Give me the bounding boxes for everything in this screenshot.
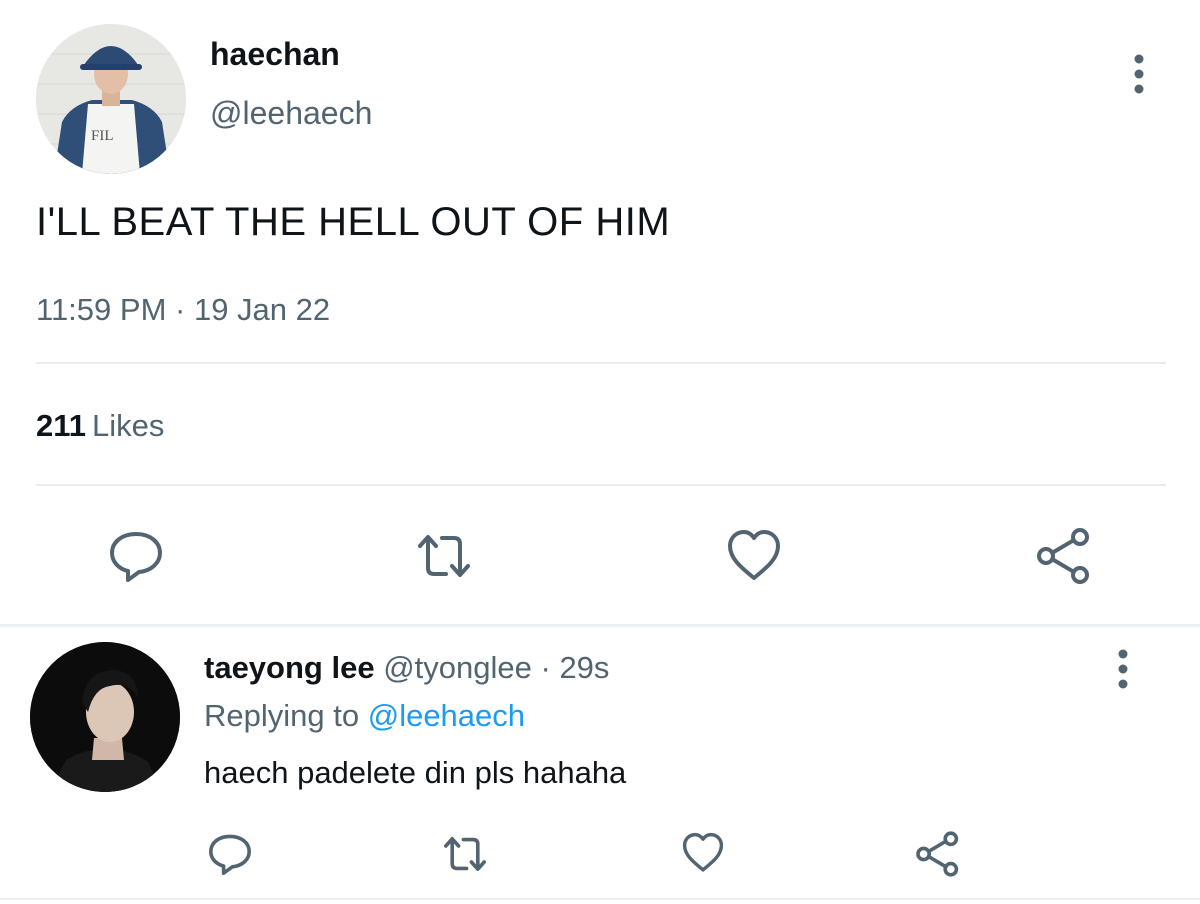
avatar-photo: FIL — [36, 24, 186, 174]
meta-separator: · — [166, 292, 194, 327]
replying-to-label: Replying to — [204, 698, 360, 733]
svg-text:FIL: FIL — [91, 128, 114, 144]
bottom-divider — [0, 898, 1200, 900]
replying-to: Replying to @leehaech — [204, 698, 525, 734]
reply-text: haech padelete din pls hahaha — [204, 755, 627, 790]
reply-like-icon[interactable] — [680, 830, 726, 876]
tweet-timestamp[interactable]: 11:59 PM · 19 Jan 22 — [36, 292, 330, 328]
reply-more-options-icon[interactable] — [1106, 646, 1140, 692]
tweet-time: 11:59 PM — [36, 292, 167, 327]
more-options-icon[interactable] — [1122, 52, 1156, 96]
share-icon[interactable] — [1034, 526, 1094, 586]
tweet-date: 19 Jan 22 — [193, 292, 331, 327]
reply-share-icon[interactable] — [914, 830, 962, 878]
reply-icon[interactable] — [106, 526, 166, 586]
divider — [36, 484, 1166, 486]
section-divider — [0, 624, 1200, 627]
meta-separator: · — [531, 650, 560, 685]
retweet-icon[interactable] — [414, 526, 474, 586]
likes-label: Likes — [92, 408, 165, 443]
like-icon[interactable] — [724, 526, 784, 586]
likes-summary[interactable]: 211 Likes — [36, 408, 164, 444]
reply-author-handle[interactable]: @tyonglee — [383, 650, 532, 685]
reply-retweet-icon[interactable] — [440, 830, 490, 878]
author-handle[interactable]: @leehaech — [210, 95, 372, 132]
divider — [36, 362, 1166, 364]
author-name[interactable]: haechan — [210, 36, 340, 73]
reply-avatar-photo — [30, 642, 180, 792]
likes-count: 211 — [36, 408, 87, 443]
reply-header: taeyong lee @tyonglee · 29s — [204, 650, 609, 686]
tweet-text: I'LL BEAT THE HELL OUT OF HIM — [36, 200, 671, 244]
reply-age[interactable]: 29s — [559, 650, 609, 685]
author-avatar[interactable]: FIL — [36, 24, 186, 174]
replying-to-handle-link[interactable]: @leehaech — [368, 698, 525, 733]
reply-author-avatar[interactable] — [30, 642, 180, 792]
reply-author-name[interactable]: taeyong lee — [204, 650, 375, 685]
reply-reply-icon[interactable] — [206, 830, 254, 878]
